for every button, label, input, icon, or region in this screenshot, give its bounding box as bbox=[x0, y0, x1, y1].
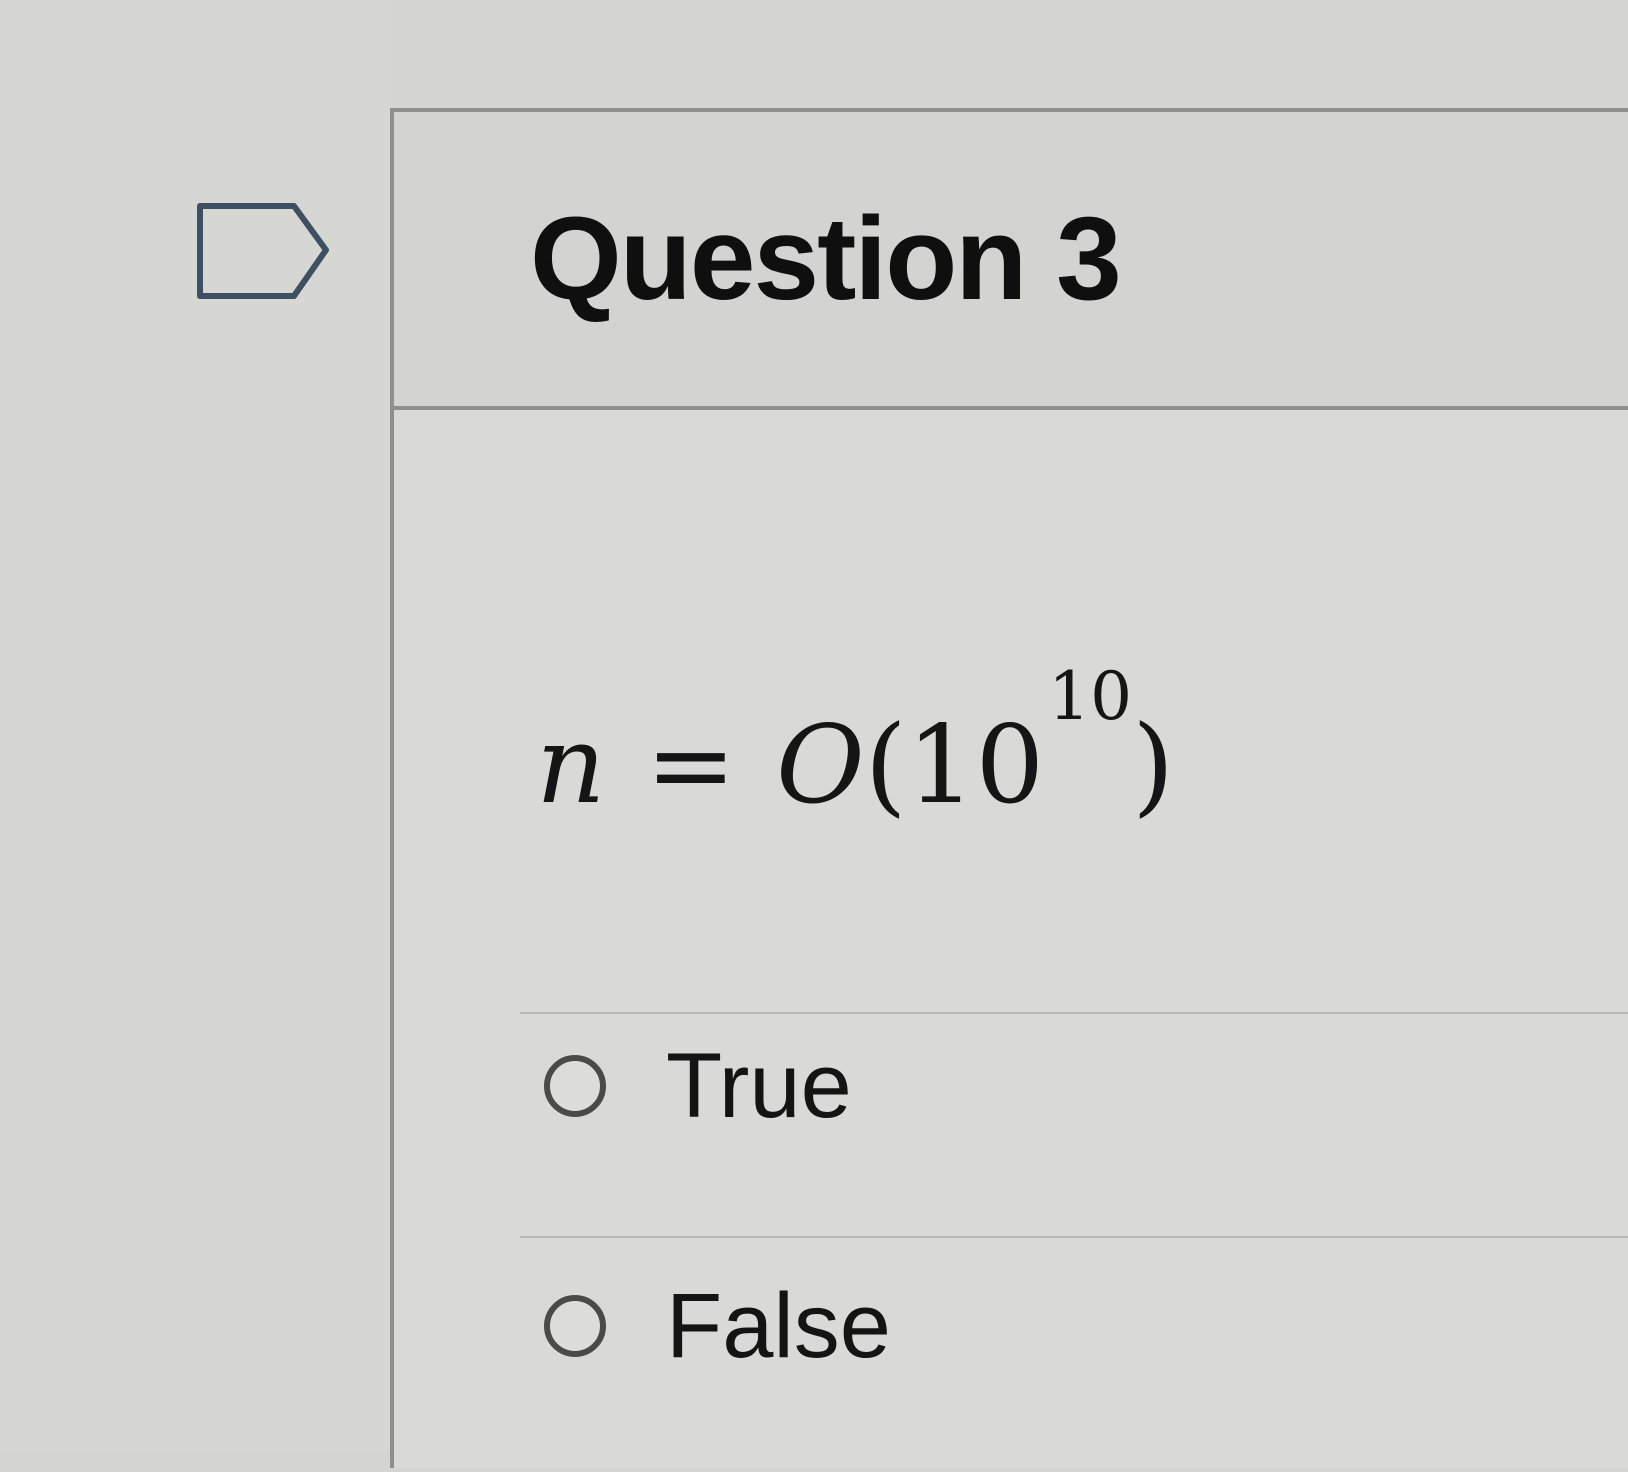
formula-base: 10 bbox=[906, 703, 1045, 828]
formula-variable: n bbox=[536, 703, 606, 828]
answer-label-true: True bbox=[666, 1035, 852, 1137]
radio-button-true[interactable] bbox=[544, 1055, 606, 1117]
question-title: Question 3 bbox=[530, 193, 1122, 325]
question-formula: n = O(1010) bbox=[536, 664, 1174, 820]
formula-function: O bbox=[776, 703, 865, 828]
formula-open-paren: ( bbox=[864, 703, 907, 828]
question-card: Question 3 n = O(1010) True False bbox=[390, 108, 1628, 1468]
formula-close-paren: ) bbox=[1132, 703, 1175, 828]
question-body: n = O(1010) True False bbox=[394, 410, 1628, 1472]
left-gutter bbox=[0, 0, 392, 1452]
flag-outline-icon[interactable] bbox=[196, 200, 332, 308]
question-header: Question 3 bbox=[394, 112, 1628, 410]
radio-button-false[interactable] bbox=[544, 1295, 606, 1357]
answer-option-false[interactable]: False bbox=[544, 1276, 891, 1376]
answer-label-false: False bbox=[666, 1275, 891, 1377]
answer-option-true[interactable]: True bbox=[544, 1036, 852, 1136]
answers-divider-middle bbox=[520, 1236, 1628, 1238]
answers-divider-top bbox=[520, 1012, 1628, 1014]
formula-exponent: 10 bbox=[1048, 658, 1133, 735]
formula-operator: = bbox=[645, 703, 737, 828]
